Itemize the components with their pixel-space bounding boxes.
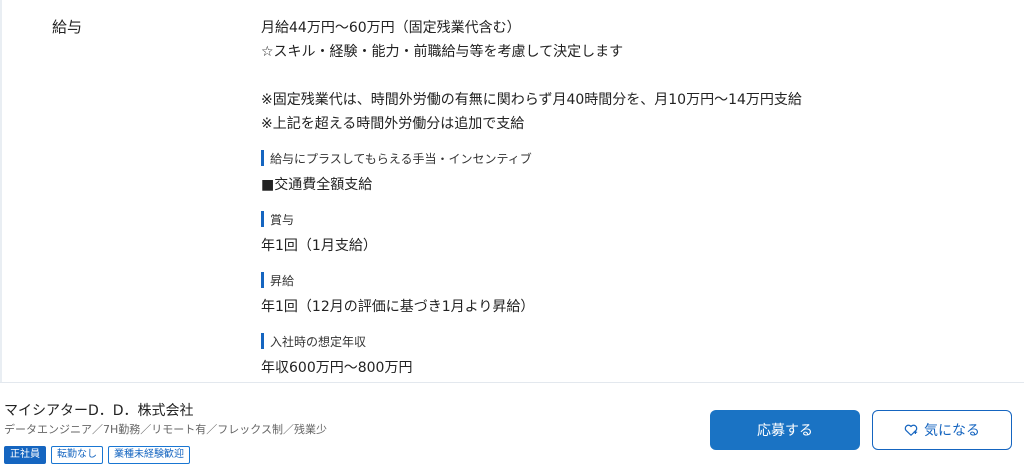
allowance-value: ■交通費全額支給 <box>261 177 373 193</box>
heart-plus-icon <box>904 424 918 436</box>
annual-income-title: 入社時の想定年収 <box>270 334 367 349</box>
tag-no-relocation: 転勤なし <box>51 446 103 464</box>
favorite-label: 気になる <box>924 422 980 438</box>
salary-line: ※固定残業代は、時間外労働の有無に関わらず月40時間分を、月10万円〜14万円支… <box>261 92 802 108</box>
bonus-title: 賞与 <box>270 212 295 227</box>
allowance-title: 給与にプラスしてもらえる手当・インセンティブ <box>270 151 532 166</box>
heading-accent-bar <box>261 272 264 288</box>
tag-employment-type: 正社員 <box>4 446 46 464</box>
salary-detail: 月給44万円〜60万円（固定残業代含む） ☆スキル・経験・能力・前職給与等を考慮… <box>261 16 1001 380</box>
annual-income-value: 年収600万円〜800万円 <box>261 360 413 376</box>
sticky-apply-bar: マイシアターD．D．株式会社 データエンジニア／7H勤務／リモート有／フレックス… <box>0 382 1024 464</box>
raise-title: 昇給 <box>270 273 295 288</box>
allowance-heading: 給与にプラスしてもらえる手当・インセンティブ <box>261 148 1001 168</box>
salary-line-blank <box>261 64 1001 88</box>
company-name: マイシアターD．D．株式会社 <box>4 403 194 419</box>
salary-line: ☆スキル・経験・能力・前職給与等を考慮して決定します <box>261 44 624 60</box>
bonus-heading: 賞与 <box>261 209 1001 229</box>
salary-label: 給与 <box>52 18 83 36</box>
favorite-button[interactable]: 気になる <box>872 410 1012 450</box>
salary-line: ※上記を超える時間外労働分は追加で支給 <box>261 116 525 132</box>
salary-line: 月給44万円〜60万円（固定残業代含む） <box>261 20 521 36</box>
bonus-value: 年1回（1月支給） <box>261 238 377 254</box>
salary-section: 給与 月給44万円〜60万円（固定残業代含む） ☆スキル・経験・能力・前職給与等… <box>0 0 1024 382</box>
job-summary: データエンジニア／7H勤務／リモート有／フレックス制／残業少 <box>4 423 327 436</box>
raise-value: 年1回（12月の評価に基づき1月より昇給） <box>261 299 535 315</box>
raise-heading: 昇給 <box>261 270 1001 290</box>
job-tags: 正社員 転勤なし 業種未経験歓迎 <box>4 446 190 464</box>
heading-accent-bar <box>261 150 264 166</box>
annual-income-heading: 入社時の想定年収 <box>261 331 1001 351</box>
apply-button[interactable]: 応募する <box>710 410 860 450</box>
heading-accent-bar <box>261 211 264 227</box>
heading-accent-bar <box>261 333 264 349</box>
tag-inexperienced-welcome: 業種未経験歓迎 <box>108 446 190 464</box>
